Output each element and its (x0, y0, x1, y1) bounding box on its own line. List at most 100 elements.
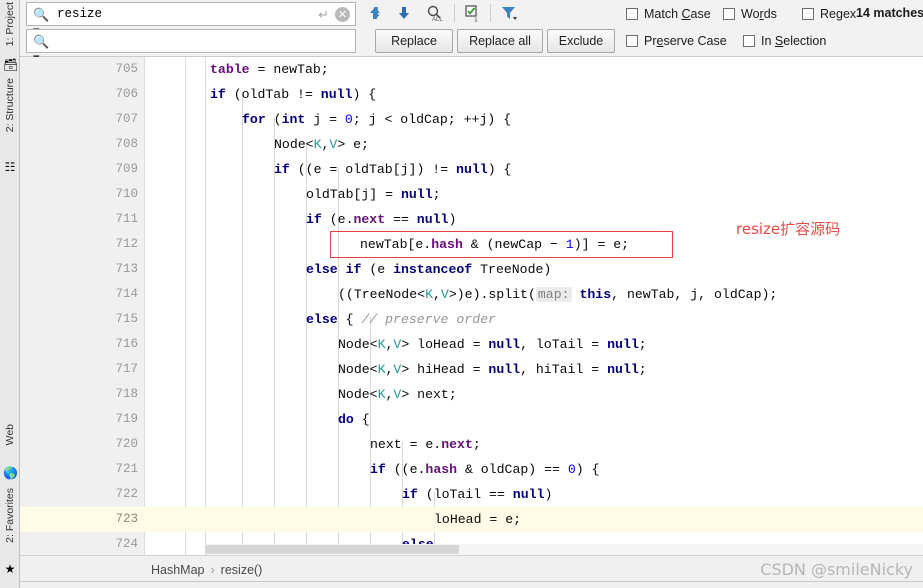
in-selection-checkbox-box[interactable] (743, 35, 755, 47)
line-number: 719 (115, 412, 138, 426)
search-input-value: resize (57, 7, 103, 21)
code-line-710[interactable]: 710 oldTab[j] = null; (20, 182, 923, 207)
breadcrumb-class[interactable]: HashMap (151, 563, 205, 577)
filter-icon[interactable] (500, 4, 518, 22)
find-previous-icon[interactable] (366, 4, 384, 22)
project-icon[interactable]: 🗃 (3, 58, 18, 72)
in-selection-label: In (761, 34, 775, 48)
clear-circle-icon[interactable]: ✕ (335, 7, 350, 22)
words-checkbox[interactable]: Words (723, 6, 777, 22)
search-input[interactable]: 🔍▾ resize ↵ ✕ (26, 2, 356, 38)
line-number: 720 (115, 437, 138, 451)
code-text: Node<K,V> hiHead = null, hiTail = null; (338, 362, 647, 377)
find-next-icon[interactable] (395, 4, 413, 22)
replace-button[interactable]: Replace (375, 29, 453, 53)
code-line-718[interactable]: 718 Node<K,V> next; (20, 382, 923, 407)
line-number: 717 (115, 362, 138, 376)
annotation-label: resize扩容源码 (736, 220, 841, 238)
intellij-editor-window: 1: Project 🗃 2: Structure ☷ Web 🌎 2: Fav… (0, 0, 923, 588)
breadcrumb-separator-icon: › (210, 563, 215, 577)
sidebar-item-favorites[interactable]: 2: Favorites (0, 488, 20, 543)
code-text: Node<K,V> loHead = null, loTail = null; (338, 337, 647, 352)
replace-all-button[interactable]: Replace all (457, 29, 543, 53)
parameter-hint: map: (535, 287, 572, 302)
code-text: next = e.next; (370, 437, 481, 452)
line-number: 705 (115, 62, 138, 76)
regex-checkbox-box[interactable] (802, 8, 814, 20)
find-all-icon[interactable]: ALL (425, 4, 443, 22)
code-line-721[interactable]: 721 if ((e.hash & oldCap) == 0) { (20, 457, 923, 482)
match-case-label: Match (644, 7, 682, 21)
matches-count-label: 14 matches (856, 6, 923, 20)
code-line-723[interactable]: 723 loHead = e; (20, 507, 923, 532)
code-text: if (loTail == null) (402, 487, 553, 502)
highlight-box (330, 231, 673, 258)
line-number: 706 (115, 87, 138, 101)
line-number: 710 (115, 187, 138, 201)
line-number: 707 (115, 112, 138, 126)
svg-text:ALL: ALL (432, 17, 443, 22)
code-text: Node<K,V> e; (274, 137, 369, 152)
code-line-714[interactable]: 714 ((TreeNode<K,V>)e).split(map: this, … (20, 282, 923, 307)
horizontal-scrollbar-thumb[interactable] (206, 545, 459, 554)
match-case-checkbox[interactable]: Match Case (626, 6, 711, 22)
preserve-case-checkbox[interactable]: Preserve Case (626, 33, 727, 49)
code-line-709[interactable]: 709 if ((e = oldTab[j]) != null) { (20, 157, 923, 182)
line-number: 712 (115, 237, 138, 251)
horizontal-scrollbar[interactable] (206, 544, 923, 555)
words-checkbox-box[interactable] (723, 8, 735, 20)
code-text: do { (338, 412, 370, 427)
replace-input[interactable]: 🔍▾ (26, 29, 356, 65)
code-line-715[interactable]: 715 else { // preserve order (20, 307, 923, 332)
code-line-719[interactable]: 719 do { (20, 407, 923, 432)
favorites-star-icon[interactable]: ★ (3, 562, 17, 576)
breadcrumb[interactable]: HashMap › resize() (151, 563, 262, 577)
code-line-713[interactable]: 713 else if (e instanceof TreeNode) (20, 257, 923, 282)
code-text: Node<K,V> next; (338, 387, 457, 402)
code-line-708[interactable]: 708 Node<K,V> e; (20, 132, 923, 157)
sidebar-item-web[interactable]: Web (0, 424, 20, 445)
code-line-717[interactable]: 717 Node<K,V> hiHead = null, hiTail = nu… (20, 357, 923, 382)
in-selection-checkbox[interactable]: In Selection (743, 33, 826, 49)
line-number: 714 (115, 287, 138, 301)
code-text: else { // preserve order (306, 312, 496, 327)
code-line-720[interactable]: 720 next = e.next; (20, 432, 923, 457)
code-text: if ((e.hash & oldCap) == 0) { (370, 462, 600, 477)
code-line-707[interactable]: 707 for (int j = 0; j < oldCap; ++j) { (20, 107, 923, 132)
code-line-705[interactable]: 705 table = newTab; (20, 57, 923, 82)
line-number: 723 (115, 512, 138, 526)
web-globe-icon[interactable]: 🌎 (3, 466, 18, 480)
regex-checkbox[interactable]: Regex (802, 6, 856, 22)
code-editor[interactable]: 705 table = newTab; 706 if (oldTab != nu… (20, 57, 923, 555)
line-number: 716 (115, 337, 138, 351)
replace-search-icon[interactable]: 🔍▾ (33, 34, 51, 65)
line-number: 722 (115, 487, 138, 501)
breadcrumb-bar: HashMap › resize() CSDN @smileNicky (20, 555, 923, 588)
line-number: 724 (115, 537, 138, 551)
search-icon[interactable]: 🔍▾ (33, 7, 51, 38)
code-text: for (int j = 0; j < oldCap; ++j) { (242, 112, 512, 127)
code-text: loHead = e; (434, 512, 522, 527)
match-case-checkbox-box[interactable] (626, 8, 638, 20)
enter-arrow-icon[interactable]: ↵ (318, 7, 329, 23)
toolbar-separator-1 (454, 4, 455, 22)
exclude-button[interactable]: Exclude (547, 29, 615, 53)
line-number: 715 (115, 312, 138, 326)
select-all-occurrences-icon[interactable] (464, 4, 482, 22)
sidebar-item-structure[interactable]: 2: Structure (0, 78, 20, 132)
structure-icon[interactable]: ☷ (3, 160, 17, 174)
preserve-case-label: Pr (644, 34, 657, 48)
regex-label: Re (820, 7, 836, 21)
bottom-divider (20, 581, 923, 582)
line-number: 708 (115, 137, 138, 151)
sidebar-item-project[interactable]: 1: Project (0, 2, 20, 46)
code-line-706[interactable]: 706 if (oldTab != null) { (20, 82, 923, 107)
code-line-722[interactable]: 722 if (loTail == null) (20, 482, 923, 507)
left-tool-strip: 1: Project 🗃 2: Structure ☷ Web 🌎 2: Fav… (0, 0, 20, 588)
preserve-case-checkbox-box[interactable] (626, 35, 638, 47)
breadcrumb-method[interactable]: resize() (221, 563, 263, 577)
line-number: 709 (115, 162, 138, 176)
code-line-716[interactable]: 716 Node<K,V> loHead = null, loTail = nu… (20, 332, 923, 357)
code-text: if (oldTab != null) { (210, 87, 377, 102)
words-label: Wo (741, 7, 760, 21)
